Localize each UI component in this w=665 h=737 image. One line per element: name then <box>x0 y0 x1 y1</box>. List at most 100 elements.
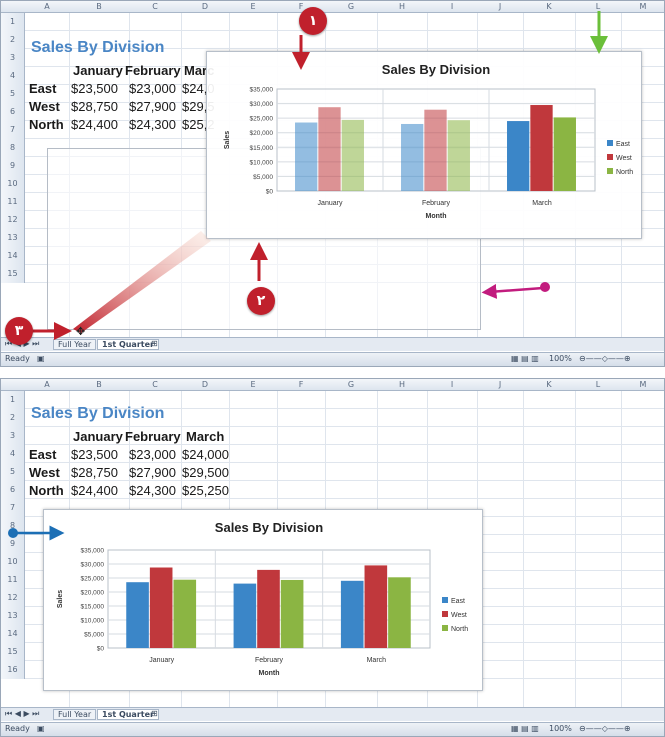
zoom-level[interactable]: 100% <box>549 354 572 363</box>
column-header-g[interactable]: G <box>325 2 377 11</box>
macro-record-icon[interactable]: ▣ <box>37 724 45 733</box>
row-header[interactable]: 5 <box>1 463 25 481</box>
zoom-slider[interactable]: ⊖——◇——⊕ <box>579 724 631 733</box>
row-header[interactable]: 10 <box>1 553 25 571</box>
month-header-january[interactable]: January <box>73 62 123 80</box>
row-header[interactable]: 9 <box>1 535 25 553</box>
column-header-g[interactable]: G <box>325 380 377 389</box>
cell-north-january[interactable]: $24,400 <box>71 482 118 500</box>
row-header[interactable]: 9 <box>1 157 25 175</box>
zoom-level[interactable]: 100% <box>549 724 572 733</box>
cell-east-february[interactable]: $23,000 <box>129 446 176 464</box>
chart-bottom[interactable]: Sales By Division $35,000 $30,000 $25,000 $2… <box>43 509 483 691</box>
division-west[interactable]: West <box>29 98 60 116</box>
row-header[interactable]: 13 <box>1 607 25 625</box>
row-header[interactable]: 3 <box>1 49 25 67</box>
column-header-b[interactable]: B <box>69 2 129 11</box>
row-header[interactable]: 15 <box>1 265 25 283</box>
row-header[interactable]: 8 <box>1 517 25 535</box>
row-header[interactable]: 4 <box>1 445 25 463</box>
row-header[interactable]: 10 <box>1 175 25 193</box>
division-north[interactable]: North <box>29 116 64 134</box>
column-header-d[interactable]: D <box>181 380 229 389</box>
month-header-january[interactable]: January <box>73 428 123 446</box>
row-header[interactable]: 4 <box>1 67 25 85</box>
column-header-m[interactable]: M <box>621 2 664 11</box>
cell-north-march[interactable]: $25,250 <box>182 482 229 500</box>
row-header[interactable]: 11 <box>1 571 25 589</box>
sheet-title[interactable]: Sales By Division <box>31 405 164 423</box>
column-header-m[interactable]: M <box>621 380 664 389</box>
column-header-e[interactable]: E <box>229 2 277 11</box>
cell-east-march[interactable]: $24,000 <box>182 446 229 464</box>
row-header[interactable]: 14 <box>1 247 25 265</box>
cell-north-february[interactable]: $24,300 <box>129 116 176 134</box>
division-north[interactable]: North <box>29 482 64 500</box>
row-header[interactable]: 13 <box>1 229 25 247</box>
month-header-march[interactable]: March <box>186 428 224 446</box>
row-header[interactable]: 14 <box>1 625 25 643</box>
column-header-d[interactable]: D <box>181 2 229 11</box>
tab-1st-quarter[interactable]: 1st Quarter <box>97 339 159 350</box>
row-header[interactable]: 15 <box>1 643 25 661</box>
cell-west-march[interactable]: $29,500 <box>182 464 229 482</box>
row-header[interactable]: 1 <box>1 13 25 31</box>
cell-north-january[interactable]: $24,400 <box>71 116 118 134</box>
cell-west-february[interactable]: $27,900 <box>129 464 176 482</box>
column-header-e[interactable]: E <box>229 380 277 389</box>
column-header-k[interactable]: K <box>523 2 575 11</box>
month-header-february[interactable]: February <box>125 428 181 446</box>
column-header-b[interactable]: B <box>69 380 129 389</box>
row-header[interactable]: 2 <box>1 31 25 49</box>
column-header-a[interactable]: A <box>25 380 69 389</box>
division-east[interactable]: East <box>29 80 56 98</box>
view-buttons-icon[interactable]: ▦ ▤ ▥ <box>511 724 539 733</box>
row-header[interactable]: 16 <box>1 661 25 679</box>
row-header[interactable]: 7 <box>1 121 25 139</box>
tab-full-year[interactable]: Full Year <box>53 709 97 720</box>
view-buttons-icon[interactable]: ▦ ▤ ▥ <box>511 354 539 363</box>
division-east[interactable]: East <box>29 446 56 464</box>
row-header[interactable]: 5 <box>1 85 25 103</box>
column-header-h[interactable]: H <box>377 2 427 11</box>
cell-east-january[interactable]: $23,500 <box>71 446 118 464</box>
column-header-i[interactable]: I <box>427 2 477 11</box>
cell-east-january[interactable]: $23,500 <box>71 80 118 98</box>
row-header[interactable]: 12 <box>1 211 25 229</box>
column-header-c[interactable]: C <box>129 2 181 11</box>
new-sheet-icon[interactable]: ⊞ <box>151 339 158 348</box>
row-header[interactable]: 2 <box>1 409 25 427</box>
row-header[interactable]: 7 <box>1 499 25 517</box>
row-header[interactable]: 12 <box>1 589 25 607</box>
cell-east-february[interactable]: $23,000 <box>129 80 176 98</box>
column-header-i[interactable]: I <box>427 380 477 389</box>
column-header-f[interactable]: F <box>277 380 325 389</box>
month-header-february[interactable]: February <box>125 62 181 80</box>
macro-record-icon[interactable]: ▣ <box>37 354 45 363</box>
cell-west-january[interactable]: $28,750 <box>71 464 118 482</box>
row-header[interactable]: 6 <box>1 103 25 121</box>
column-header-j[interactable]: J <box>477 2 523 11</box>
cell-west-february[interactable]: $27,900 <box>129 98 176 116</box>
cell-north-february[interactable]: $24,300 <box>129 482 176 500</box>
sheet-title[interactable]: Sales By Division <box>31 39 164 57</box>
row-header[interactable]: 11 <box>1 193 25 211</box>
column-header-k[interactable]: K <box>523 380 575 389</box>
tab-full-year[interactable]: Full Year <box>53 339 97 350</box>
chart-top[interactable]: Sales By Division $35,000 $30,000 $25,000 $2… <box>206 51 642 239</box>
tab-1st-quarter[interactable]: 1st Quarter <box>97 709 159 720</box>
column-header-c[interactable]: C <box>129 380 181 389</box>
cell-west-january[interactable]: $28,750 <box>71 98 118 116</box>
column-header-l[interactable]: L <box>575 380 621 389</box>
row-header[interactable]: 8 <box>1 139 25 157</box>
column-header-j[interactable]: J <box>477 380 523 389</box>
column-header-a[interactable]: A <box>25 2 69 11</box>
column-header-h[interactable]: H <box>377 380 427 389</box>
zoom-slider[interactable]: ⊖——◇——⊕ <box>579 354 631 363</box>
column-header-l[interactable]: L <box>575 2 621 11</box>
tab-scroll-icon[interactable]: ⏮ ◀ ▶ ⏭ <box>5 709 39 719</box>
row-header[interactable]: 1 <box>1 391 25 409</box>
row-header[interactable]: 6 <box>1 481 25 499</box>
division-west[interactable]: West <box>29 464 60 482</box>
new-sheet-icon[interactable]: ⊞ <box>151 709 158 718</box>
